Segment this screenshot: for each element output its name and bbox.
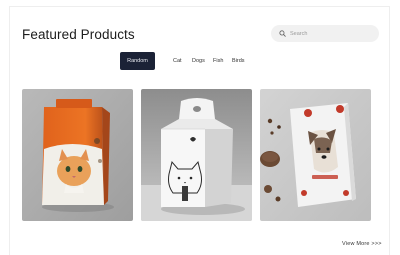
search-box[interactable]: [271, 25, 379, 42]
white-cat-food-box-image: [141, 89, 252, 221]
product-card-2[interactable]: [141, 89, 252, 221]
product-card-1[interactable]: [22, 89, 133, 221]
product-card-3[interactable]: [260, 89, 371, 221]
category-filter-bar: Random Cat Dogs Fish Birds: [0, 52, 400, 70]
page-title: Featured Products: [22, 27, 135, 42]
filter-cat[interactable]: Cat: [173, 52, 182, 70]
filter-fish[interactable]: Fish: [213, 52, 223, 70]
view-more-link[interactable]: View More >>>: [342, 241, 382, 247]
search-icon: [279, 30, 286, 37]
filter-dogs[interactable]: Dogs: [192, 52, 205, 70]
filter-random[interactable]: Random: [120, 52, 155, 70]
white-dog-food-pouch-image: [260, 89, 371, 221]
search-input[interactable]: [290, 30, 370, 37]
filter-birds[interactable]: Birds: [232, 52, 245, 70]
orange-cat-food-bag-image: [22, 89, 133, 221]
